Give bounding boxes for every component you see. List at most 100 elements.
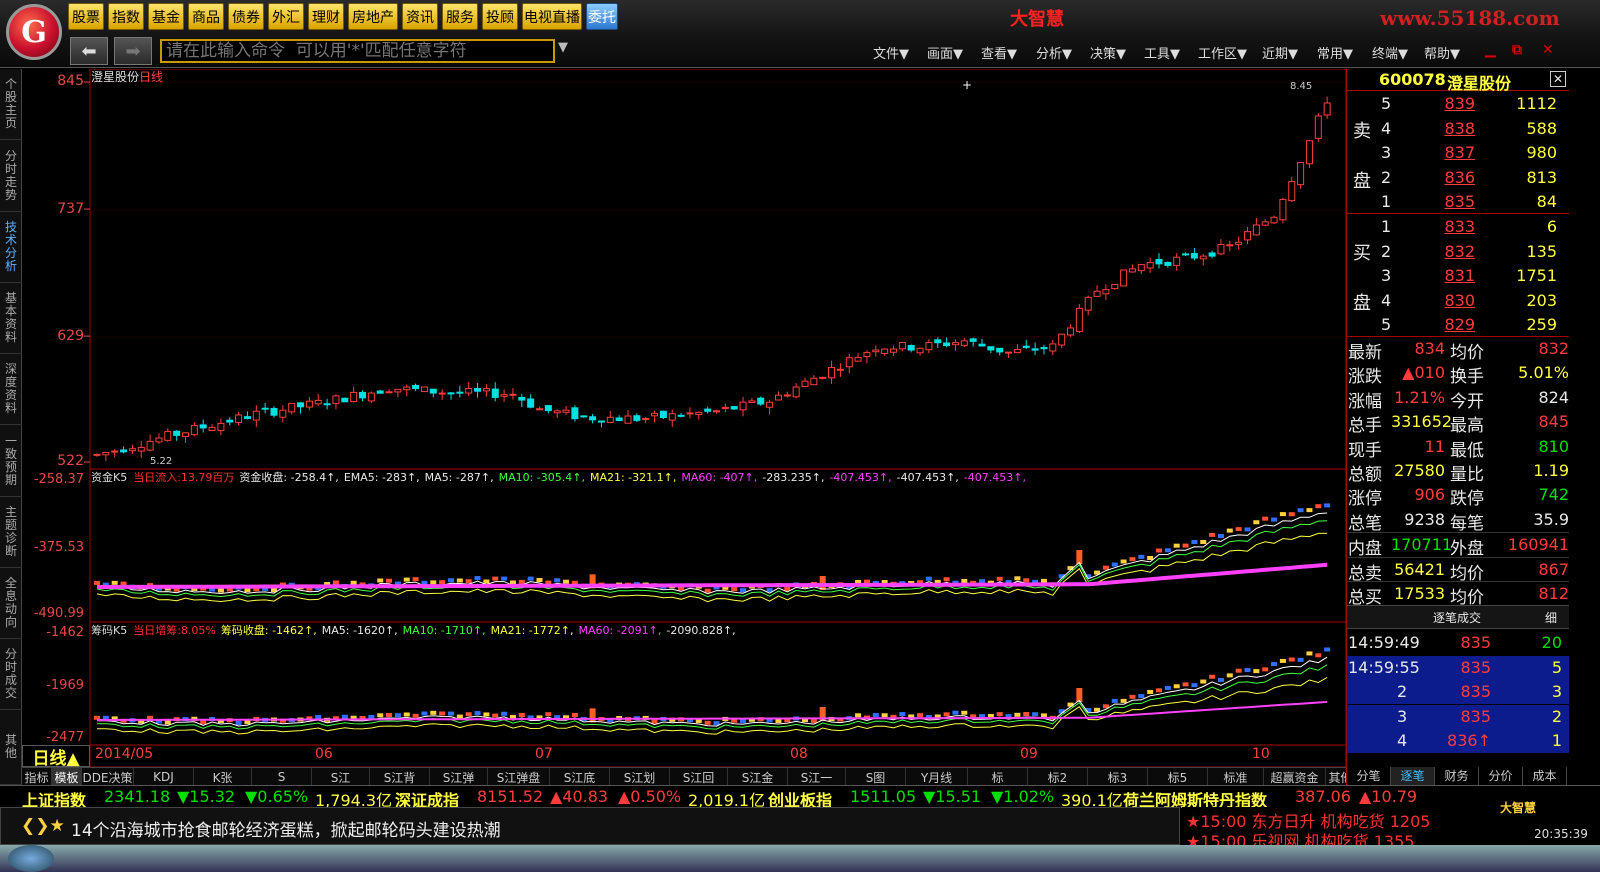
indicator-tab-7[interactable]: S江背: [370, 768, 430, 786]
left-tab-1[interactable]: 分时走势: [0, 140, 22, 212]
indicator-tab-18[interactable]: 标2: [1028, 768, 1088, 786]
menu-item-0[interactable]: 文件▼: [873, 43, 909, 62]
minimize-icon[interactable]: ▁: [1485, 42, 1496, 58]
indicator-tab-13[interactable]: S江金: [728, 768, 788, 786]
trade-row[interactable]: 14:59:49 835 20: [1347, 631, 1569, 655]
left-tab-8[interactable]: 分时成交: [0, 639, 22, 710]
indicator-tab-22[interactable]: 超赢资金: [1264, 768, 1326, 786]
stat-label: 总笔: [1348, 513, 1382, 534]
sell-level[interactable]: 5 839 1112: [1347, 92, 1569, 116]
top-menu-7[interactable]: 房地产: [348, 3, 398, 30]
news-arrows[interactable]: ❮❯★: [21, 816, 65, 836]
left-tab-3[interactable]: 基本资料: [0, 283, 22, 354]
buy-level[interactable]: 1 833 6: [1347, 215, 1569, 239]
top-menu-3[interactable]: 商品: [188, 3, 224, 30]
left-tab-9[interactable]: 其他: [0, 710, 22, 785]
indicator-tab-14[interactable]: S江一: [788, 768, 846, 786]
trades-detail-tab[interactable]: 细: [1545, 609, 1557, 626]
indicator-tab-10[interactable]: S江底: [550, 768, 610, 786]
candle-body: [359, 391, 366, 399]
panel-tab-3[interactable]: 分价: [1479, 767, 1523, 785]
indicator-tab-5[interactable]: S: [252, 768, 312, 786]
top-menu-8[interactable]: 资讯: [402, 3, 438, 30]
close-window-icon[interactable]: ✕: [1542, 42, 1554, 58]
menu-item-10[interactable]: 帮助▼: [1424, 43, 1460, 62]
command-input[interactable]: [160, 39, 555, 63]
trade-row[interactable]: 3 835 2: [1347, 704, 1569, 729]
back-button[interactable]: ⬅: [70, 37, 108, 65]
left-tab-6[interactable]: 主题诊断: [0, 497, 22, 568]
top-menu-10[interactable]: 投顾: [482, 3, 518, 30]
top-menu-12[interactable]: 委托: [586, 3, 618, 30]
app-logo-icon[interactable]: G: [6, 4, 62, 60]
indicator-tab-2[interactable]: DDE决策: [82, 768, 134, 786]
start-button-icon[interactable]: [8, 845, 54, 872]
buy-level[interactable]: 3 831 1751: [1347, 264, 1569, 288]
chip-candle: [589, 708, 596, 723]
indicator-tab-19[interactable]: 标3: [1088, 768, 1148, 786]
close-icon[interactable]: ✕: [1550, 71, 1566, 87]
candle-body: [766, 401, 774, 408]
menu-item-8[interactable]: 常用▼: [1317, 43, 1353, 62]
left-tab-4[interactable]: 深度资料: [0, 354, 22, 425]
indicator-tab-15[interactable]: S图: [846, 768, 906, 786]
panel-tab-4[interactable]: 成本: [1523, 767, 1567, 785]
trade-row[interactable]: 14:59:55 835 5: [1347, 655, 1569, 680]
menu-item-7[interactable]: 近期▼: [1262, 43, 1298, 62]
indicator-tab-1[interactable]: 模板: [52, 768, 82, 786]
menu-item-9[interactable]: 终端▼: [1372, 43, 1408, 62]
buy-level[interactable]: 5 829 259: [1347, 313, 1569, 337]
buy-level[interactable]: 2 832 135: [1347, 240, 1569, 264]
period-toggle-button[interactable]: 日线▲: [22, 745, 90, 769]
menu-item-1[interactable]: 画面▼: [927, 43, 963, 62]
sell-level[interactable]: 3 837 980: [1347, 141, 1569, 165]
sell-level[interactable]: 1 835 84: [1347, 190, 1569, 214]
stat-value: 9238: [1404, 509, 1445, 529]
buy-level[interactable]: 4 830 203: [1347, 289, 1569, 313]
indicator-tab-12[interactable]: S江回: [670, 768, 728, 786]
trade-row[interactable]: 2 835 3: [1347, 680, 1569, 704]
top-menu-4[interactable]: 债券: [228, 3, 264, 30]
trade-row[interactable]: 4 836↑ 1: [1347, 729, 1569, 753]
chevron-down-icon[interactable]: ▼: [558, 40, 568, 55]
top-menu-11[interactable]: 电视直播: [522, 3, 582, 30]
menu-item-6[interactable]: 工作区▼: [1198, 43, 1247, 62]
indicator-tab-16[interactable]: Y月线: [906, 768, 968, 786]
indicator-tab-17[interactable]: 标: [968, 768, 1028, 786]
indicator-tab-8[interactable]: S江弹: [430, 768, 488, 786]
forward-button[interactable]: ➡: [114, 37, 152, 65]
candle-body: [792, 386, 800, 398]
left-tab-2[interactable]: 技术分析: [0, 212, 22, 283]
sell-level[interactable]: 4 838 588: [1347, 117, 1569, 141]
candle-body: [1075, 307, 1083, 332]
top-menu-0[interactable]: 股票: [68, 3, 104, 30]
indicator-tab-0[interactable]: 指标: [22, 768, 52, 786]
indicator-tab-11[interactable]: S江划: [610, 768, 670, 786]
top-menu-6[interactable]: 理财: [308, 3, 344, 30]
top-menu-5[interactable]: 外汇: [268, 3, 304, 30]
top-menu-1[interactable]: 指数: [108, 3, 144, 30]
indicator-tab-6[interactable]: S江: [312, 768, 370, 786]
panel-tab-2[interactable]: 财务: [1435, 767, 1479, 785]
indicator-tab-20[interactable]: 标5: [1148, 768, 1208, 786]
restore-icon[interactable]: ⧉: [1512, 42, 1522, 58]
kline-chart[interactable]: 8.45 5.22 +: [22, 69, 1346, 767]
news-headline[interactable]: 14个沿海城市抢食邮轮经济蛋糕，掀起邮轮码头建设热潮: [71, 816, 501, 841]
left-tab-7[interactable]: 全息动向: [0, 568, 22, 639]
indicator-tab-4[interactable]: K张: [194, 768, 252, 786]
menu-item-5[interactable]: 工具▼: [1144, 43, 1180, 62]
panel-tab-1[interactable]: 逐笔: [1391, 767, 1435, 785]
left-tab-0[interactable]: 个股主页: [0, 69, 22, 140]
indicator-tab-9[interactable]: S江弹盘: [488, 768, 550, 786]
indicator-tab-21[interactable]: 标准: [1208, 768, 1264, 786]
top-menu-2[interactable]: 基金: [148, 3, 184, 30]
candle-body: [1297, 162, 1305, 186]
menu-item-3[interactable]: 分析▼: [1036, 43, 1072, 62]
left-tab-5[interactable]: 一致预期: [0, 425, 22, 497]
menu-item-4[interactable]: 决策▼: [1090, 43, 1126, 62]
menu-item-2[interactable]: 查看▼: [981, 43, 1017, 62]
sell-level[interactable]: 2 836 813: [1347, 166, 1569, 190]
indicator-tab-3[interactable]: KDJ: [134, 768, 194, 786]
top-menu-9[interactable]: 服务: [442, 3, 478, 30]
panel-tab-0[interactable]: 分笔: [1347, 767, 1391, 785]
